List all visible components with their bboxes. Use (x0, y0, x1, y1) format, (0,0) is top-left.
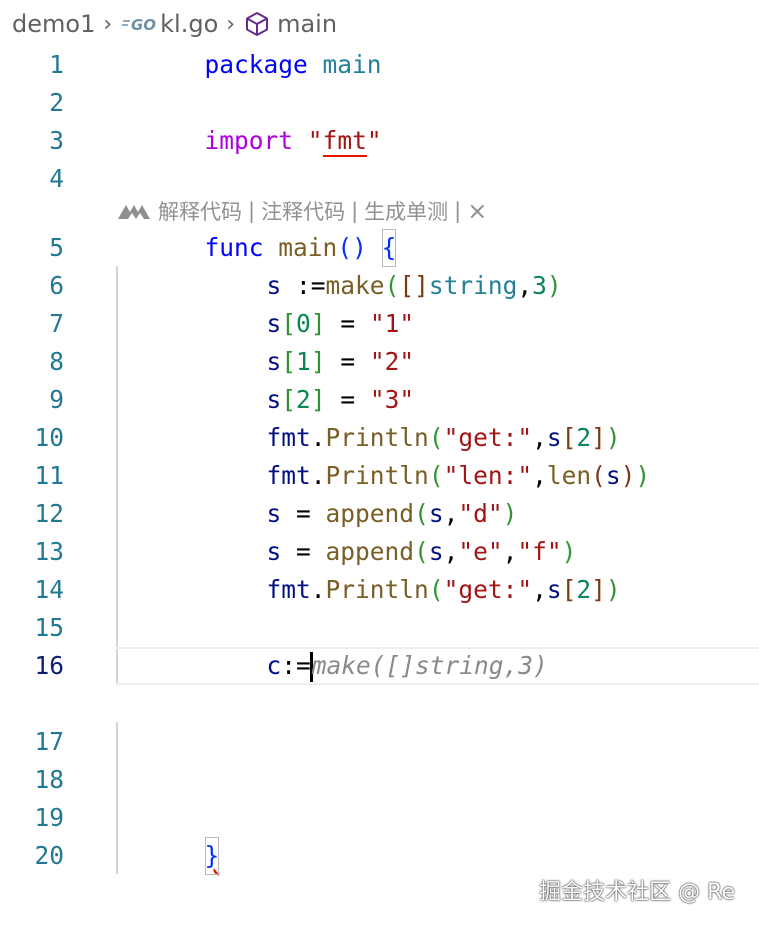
line-number: 4 (49, 164, 64, 193)
line-number: 13 (34, 537, 64, 566)
function-name-token: len (546, 461, 592, 490)
code-line[interactable]: 20 } (0, 837, 759, 875)
line-number: 11 (34, 461, 64, 490)
function-name-token: Println (325, 575, 429, 604)
identifier-token: s (546, 575, 562, 604)
code-line[interactable]: 3 import "fmt" (0, 122, 759, 160)
string-token: "get:" (443, 575, 533, 604)
punctuation-token: , (517, 271, 533, 300)
watermark: 掘金技术社区 @ Re (539, 880, 735, 905)
bracket-token: [ (561, 575, 577, 604)
code-line[interactable]: 19 (0, 799, 759, 837)
line-number: 12 (34, 499, 64, 528)
code-editor[interactable]: 1 package main 2 3 import "fmt" 4 解释代码 |… (0, 46, 759, 930)
line-number: 1 (49, 50, 64, 79)
line-number: 19 (34, 803, 64, 832)
inline-suggestion[interactable]: make([]string,3) (312, 651, 548, 680)
package-token: fmt (266, 575, 311, 604)
line-number: 14 (34, 575, 64, 604)
line-number: 8 (49, 347, 64, 376)
keyword-token: package (204, 50, 308, 79)
punctuation-token: , (532, 461, 547, 490)
string-token: " (307, 126, 323, 155)
code-line[interactable]: 17 (0, 723, 759, 761)
bracket-token: ) (546, 271, 562, 300)
number-token: 3 (532, 271, 547, 300)
bracket-token: ( (591, 461, 606, 490)
string-token: " (366, 126, 382, 155)
breadcrumb-folder[interactable]: demo1 (12, 10, 95, 38)
line-number: 6 (49, 271, 64, 300)
punctuation-token: . (310, 575, 326, 604)
code-line-current[interactable]: 16 c:=make([]string,3) (0, 647, 759, 685)
line-number: 17 (34, 727, 64, 756)
punctuation-token: , (532, 575, 547, 604)
line-number: 9 (49, 385, 64, 414)
close-icon[interactable]: × (467, 197, 487, 225)
identifier-token: main (322, 50, 382, 79)
bracket-token: } (204, 837, 220, 875)
line-number: 18 (34, 765, 64, 794)
separator: | (454, 199, 462, 223)
identifier-token: c (266, 651, 282, 680)
chevron-right-icon: › (103, 11, 113, 37)
code-line[interactable]: 1 package main (0, 46, 759, 84)
bracket-token: ( (428, 575, 444, 604)
line-number: 2 (49, 88, 64, 117)
identifier-token: s (605, 461, 621, 490)
operator-token: := (281, 651, 311, 680)
line-number: 7 (49, 309, 64, 338)
line-number: 16 (34, 651, 64, 680)
line-number: 3 (49, 126, 64, 155)
bracket-token: ) (635, 461, 651, 490)
bracket-token: ) (620, 461, 636, 490)
line-number: 10 (34, 423, 64, 452)
bracket-token: ) (605, 575, 621, 604)
code-line[interactable]: 18 (0, 761, 759, 799)
code-line[interactable]: 14 fmt.Println("get:",s[2]) (0, 571, 759, 609)
line-number: 5 (49, 233, 64, 262)
string-token: fmt (322, 126, 367, 157)
keyword-token: import (204, 126, 294, 155)
line-number: 15 (34, 613, 64, 642)
number-token: 2 (576, 575, 592, 604)
line-number: 20 (34, 841, 64, 870)
bracket-token: ] (591, 575, 606, 604)
type-token: string (428, 271, 518, 300)
